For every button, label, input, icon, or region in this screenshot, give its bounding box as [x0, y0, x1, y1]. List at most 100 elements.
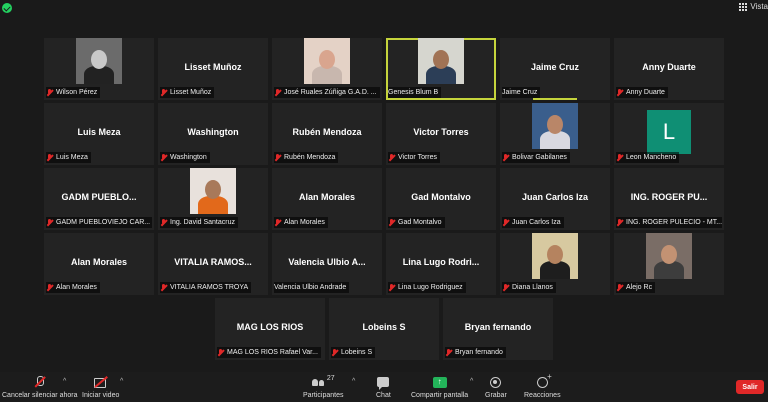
participants-options-chevron-icon[interactable]: ^: [352, 378, 355, 385]
participant-tile[interactable]: Lisset Muñoz Lisset Muñoz: [158, 38, 268, 100]
muted-microphone-icon: [502, 153, 509, 162]
participant-name: Lina Lugo Rodriguez: [398, 284, 463, 291]
video-options-chevron-icon[interactable]: ^: [120, 378, 123, 385]
muted-microphone-icon: [331, 348, 338, 357]
participant-tile[interactable]: Ing. David Santacruz: [158, 168, 268, 230]
participant-tile[interactable]: Jaime Cruz Jaime Cruz: [500, 38, 610, 100]
participant-name-label: Diana Llanos: [502, 282, 556, 293]
participant-tile[interactable]: Rubén Mendoza Rubén Mendoza: [272, 103, 382, 165]
chat-button[interactable]: Chat: [376, 375, 391, 399]
participant-name: Gad Montalvo: [398, 219, 442, 226]
reactions-button[interactable]: Reacciones: [524, 372, 561, 400]
participant-name: Lisset Muñoz: [170, 89, 212, 96]
participant-display-name: Washington: [187, 127, 239, 137]
participant-tile[interactable]: Washington Washington: [158, 103, 268, 165]
participants-button[interactable]: 27 Participantes: [303, 375, 343, 399]
participant-name: Valencia Ulbio Andrade: [274, 284, 347, 291]
participant-name: Wilson Pérez: [56, 89, 98, 96]
participant-tile[interactable]: Diana Llanos: [500, 233, 610, 295]
participant-display-name: Lina Lugo Rodri...: [402, 257, 480, 267]
muted-microphone-icon: [388, 283, 395, 292]
participant-name: Genesis Blum B: [388, 89, 439, 96]
participant-tile[interactable]: Bolivar Gabilanes: [500, 103, 610, 165]
participant-tile[interactable]: Lina Lugo Rodri... Lina Lugo Rodriguez: [386, 233, 496, 295]
participant-name-label: GADM PUEBLOVIEJO CAR...: [46, 217, 152, 228]
participant-tile[interactable]: VITALIA RAMOS... VITALIA RAMOS TROYA: [158, 233, 268, 295]
participant-display-name: MAG LOS RIOS: [236, 322, 304, 332]
participant-display-name: Alan Morales: [298, 192, 356, 202]
participant-display-name: Lobeins S: [362, 322, 406, 332]
participant-name: Diana Llanos: [512, 284, 553, 291]
muted-microphone-icon: [274, 153, 281, 162]
participant-name-label: Bryan fernando: [445, 347, 506, 358]
muted-microphone-icon: [388, 218, 395, 227]
chat-label: Chat: [376, 392, 391, 399]
unmute-label: Cancelar silenciar ahora: [2, 392, 78, 399]
video-camera-off-icon: [93, 377, 108, 388]
avatar: L: [647, 110, 691, 154]
participant-video: [532, 233, 578, 279]
participant-name: VITALIA RAMOS TROYA: [170, 284, 249, 291]
record-button[interactable]: Grabar: [485, 375, 507, 399]
participant-tile[interactable]: Wilson Pérez: [44, 38, 154, 100]
participant-tile[interactable]: Bryan fernando Bryan fernando: [443, 298, 553, 360]
participant-name-label: Lina Lugo Rodriguez: [388, 282, 466, 293]
reactions-label: Reacciones: [524, 392, 561, 399]
participant-name-label: Jaime Cruz: [502, 87, 541, 98]
participant-name: Juan Carlos Iza: [512, 219, 561, 226]
participant-tile[interactable]: Lobeins S Lobeins S: [329, 298, 439, 360]
participant-name-label: Lisset Muñoz: [160, 87, 215, 98]
muted-microphone-icon: [502, 218, 509, 227]
muted-microphone-icon: [160, 153, 167, 162]
participant-display-name: Valencia Ulbio A...: [288, 257, 366, 267]
participant-tile[interactable]: Valencia Ulbio A... Valencia Ulbio Andrad…: [272, 233, 382, 295]
participant-tile[interactable]: Luis Meza Luis Meza: [44, 103, 154, 165]
participant-name: Victor Torres: [398, 154, 438, 161]
participant-tile[interactable]: MAG LOS RIOS MAG LOS RIOS Rafael Var...: [215, 298, 325, 360]
start-video-button[interactable]: Iniciar video: [82, 375, 119, 399]
record-icon: [490, 376, 502, 388]
muted-microphone-icon: [445, 348, 452, 357]
participant-display-name: Luis Meza: [77, 127, 121, 137]
participant-name: José Ruales Zúñiga G.A.D. ...: [284, 89, 377, 96]
participant-name: Alan Morales: [56, 284, 97, 291]
participant-display-name: GADM PUEBLO...: [61, 192, 137, 202]
participant-tile[interactable]: Anny Duarte Anny Duarte: [614, 38, 724, 100]
participant-tile[interactable]: Alan Morales Alan Morales: [272, 168, 382, 230]
leave-button[interactable]: Salir: [736, 380, 764, 394]
participant-tile[interactable]: Alejo Rc: [614, 233, 724, 295]
muted-microphone-icon: [46, 218, 53, 227]
chat-icon: [377, 377, 390, 390]
participant-tile[interactable]: José Ruales Zúñiga G.A.D. ...: [272, 38, 382, 100]
muted-microphone-icon: [274, 218, 281, 227]
participant-name-label: Rubén Mendoza: [274, 152, 339, 163]
participant-name: ING. ROGER PULECIO - MT...: [626, 219, 722, 226]
muted-microphone-icon: [160, 218, 167, 227]
share-screen-label: Compartir pantalla: [411, 392, 469, 399]
participant-video: [646, 233, 692, 279]
audio-options-chevron-icon[interactable]: ^: [63, 378, 66, 385]
participant-video: [304, 38, 350, 84]
participant-display-name: Gad Montalvo: [411, 192, 471, 202]
participant-tile[interactable]: ING. ROGER PU... ING. ROGER PULECIO - MT.…: [614, 168, 724, 230]
share-screen-button[interactable]: ↑ Compartir pantalla: [411, 375, 468, 399]
participant-tile[interactable]: Juan Carlos Iza Juan Carlos Iza: [500, 168, 610, 230]
participant-name-label: Victor Torres: [388, 152, 441, 163]
participant-tile[interactable]: Genesis Blum B: [386, 38, 496, 100]
participant-tile[interactable]: L Leon Mancheno: [614, 103, 724, 165]
muted-microphone-icon: [46, 153, 53, 162]
participant-name: Bryan fernando: [455, 349, 503, 356]
participant-name-label: Ing. David Santacruz: [160, 217, 238, 228]
participant-tile[interactable]: Gad Montalvo Gad Montalvo: [386, 168, 496, 230]
participant-display-name: Rubén Mendoza: [292, 127, 362, 137]
participant-name: GADM PUEBLOVIEJO CAR...: [56, 219, 151, 226]
participant-tile[interactable]: Alan Morales Alan Morales: [44, 233, 154, 295]
participants-icon: [311, 378, 324, 386]
participant-name: Luis Meza: [56, 154, 88, 161]
participant-name-label: Washington: [160, 152, 210, 163]
participant-name-label: Alejo Rc: [616, 282, 656, 293]
participant-tile[interactable]: Victor Torres Victor Torres: [386, 103, 496, 165]
participant-name-label: Bolivar Gabilanes: [502, 152, 570, 163]
participant-tile[interactable]: GADM PUEBLO... GADM PUEBLOVIEJO CAR...: [44, 168, 154, 230]
share-options-chevron-icon[interactable]: ^: [470, 378, 473, 385]
